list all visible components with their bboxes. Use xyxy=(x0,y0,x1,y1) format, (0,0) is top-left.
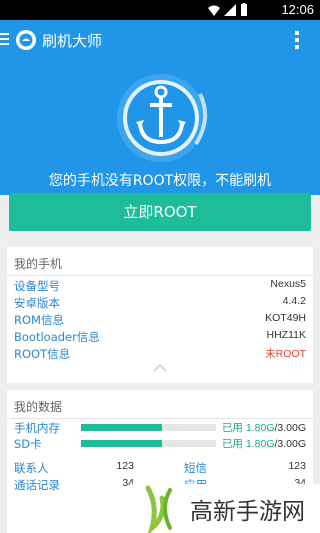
card-title: 我的数据 xyxy=(14,400,63,414)
count-value: 123 xyxy=(288,460,306,472)
menu-icon[interactable] xyxy=(0,32,10,46)
info-row-device-model: 设备型号 Nexus5 xyxy=(14,278,306,294)
root-status-value: 未ROOT xyxy=(265,348,306,360)
storage-usage-text: 已用 1.80G/3.00G xyxy=(221,438,306,450)
storage-row-sd-card: SD卡 已用 1.80G/3.00G xyxy=(14,436,306,452)
root-warning-message: 您的手机没有ROOT权限，不能刷机 xyxy=(48,173,272,189)
storage-usage-text: 已用 1.80G/3.00G xyxy=(221,422,306,434)
info-row-android-version: 安卓版本 4.4.2 xyxy=(14,295,306,311)
count-label: 联系人 xyxy=(14,461,49,475)
status-bar: 12:06 xyxy=(0,0,320,20)
info-label: Bootloader信息 xyxy=(14,330,100,344)
divider xyxy=(7,275,313,276)
chevron-up-icon[interactable] xyxy=(153,364,167,372)
info-row-bootloader: Bootloader信息 HHZ11K xyxy=(14,329,306,345)
more-vert-icon[interactable] xyxy=(294,30,300,50)
count-contacts[interactable]: 联系人 123 xyxy=(14,460,134,476)
wifi-icon xyxy=(208,5,220,16)
info-value: HHZ11K xyxy=(266,329,306,341)
info-label: ROOT信息 xyxy=(14,347,71,361)
signal-icon xyxy=(224,4,236,16)
info-label: ROM信息 xyxy=(14,313,64,327)
battery-icon xyxy=(241,3,247,16)
storage-label: 手机内存 xyxy=(14,421,60,435)
site-watermark: 高新手游网 xyxy=(130,484,320,533)
info-row-root: ROOT信息 未ROOT xyxy=(14,346,306,362)
my-phone-card: 我的手机 设备型号 Nexus5 安卓版本 4.4.2 ROM信息 KOT49H… xyxy=(7,247,313,383)
count-value: 123 xyxy=(116,460,134,472)
info-value: KOT49H xyxy=(265,312,306,324)
root-now-button[interactable]: 立即ROOT xyxy=(9,193,311,231)
watermark-text: 高新手游网 xyxy=(190,499,305,525)
count-label: 通话记录 xyxy=(14,478,60,492)
count-label: 短信 xyxy=(184,461,207,475)
storage-progress-bar xyxy=(81,440,216,447)
info-value: Nexus5 xyxy=(270,278,306,290)
status-icons xyxy=(208,3,247,16)
hero-banner: 您的手机没有ROOT权限，不能刷机 xyxy=(0,60,320,195)
divider xyxy=(7,418,313,419)
app-bar: 刷机大师 xyxy=(0,20,320,60)
info-label: 安卓版本 xyxy=(14,296,60,310)
info-row-rom: ROM信息 KOT49H xyxy=(14,312,306,328)
storage-progress-fill xyxy=(81,440,162,447)
anchor-icon xyxy=(117,74,208,162)
count-call-logs[interactable]: 通话记录 34 xyxy=(14,477,134,493)
info-label: 设备型号 xyxy=(14,279,60,293)
storage-row-phone-memory: 手机内存 已用 1.80G/3.00G xyxy=(14,420,306,436)
status-time: 12:06 xyxy=(281,2,314,17)
watermark-logo-icon xyxy=(145,485,172,533)
count-sms[interactable]: 短信 123 xyxy=(184,460,306,476)
storage-progress-bar xyxy=(81,424,216,431)
info-value: 4.4.2 xyxy=(282,295,306,307)
storage-progress-fill xyxy=(81,424,162,431)
app-title: 刷机大师 xyxy=(42,32,103,50)
storage-label: SD卡 xyxy=(14,437,42,451)
card-title: 我的手机 xyxy=(14,257,63,271)
app-logo-icon xyxy=(16,30,36,50)
